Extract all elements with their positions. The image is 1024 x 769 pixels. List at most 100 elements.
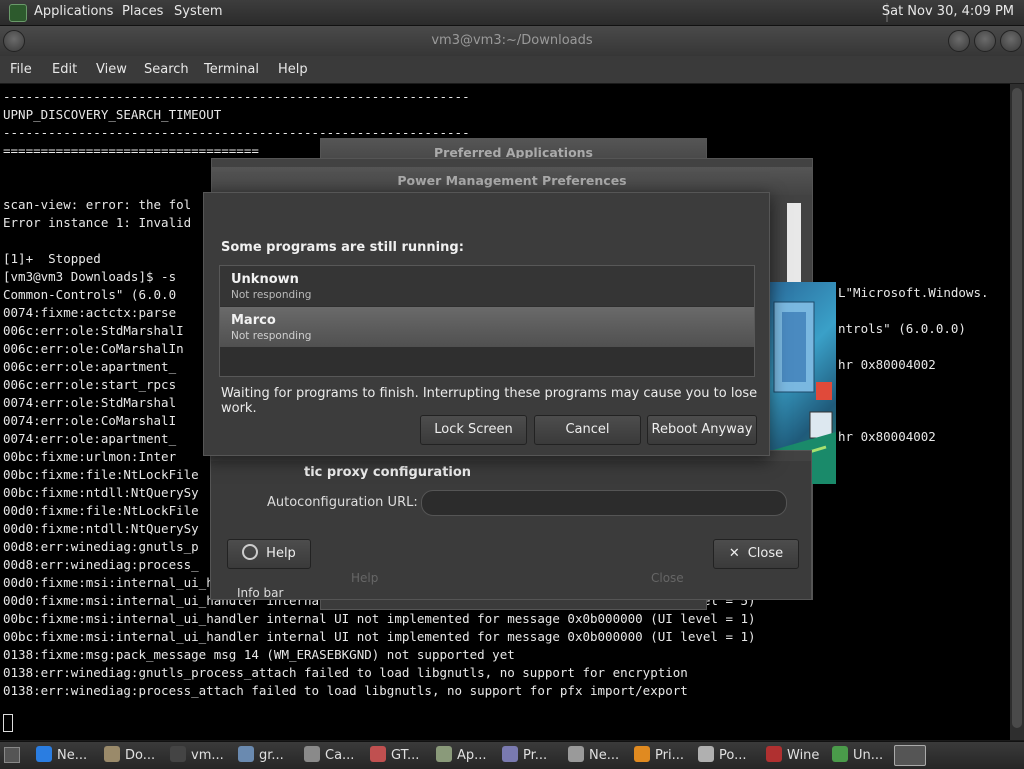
taskbar-item[interactable]: gr... xyxy=(238,745,284,766)
terminal-line: 0138:fixme:msg:pack_message msg 14 (WM_E… xyxy=(3,647,515,662)
help-button[interactable]: Help xyxy=(227,539,311,569)
program-list[interactable]: Unknown Not responding Marco Not respond… xyxy=(219,265,755,377)
program-status: Not responding xyxy=(231,289,312,301)
places-menu[interactable]: Places xyxy=(122,4,163,19)
terminal-line: 00d8:err:winediag:process_ xyxy=(3,557,199,572)
reboot-anyway-button[interactable]: Reboot Anyway xyxy=(647,415,757,445)
program-name: Marco xyxy=(231,313,276,328)
terminal-fragment: hr 0x80004002 xyxy=(838,357,936,372)
applications-menu[interactable]: Applications xyxy=(34,4,113,19)
terminal-line: 00d0:fixme:ntdll:NtQuerySy xyxy=(3,521,199,536)
terminal-line: 00d8:err:winediag:gnutls_p xyxy=(3,539,199,554)
terminal-fragment: hr 0x80004002 xyxy=(838,429,936,444)
system-menu[interactable]: System xyxy=(174,4,222,19)
list-item[interactable]: Unknown Not responding xyxy=(220,266,754,306)
terminal-line: 0074:err:ole:apartment_ xyxy=(3,431,177,446)
menu-view[interactable]: View xyxy=(96,62,127,77)
taskbar-label: Ca... xyxy=(325,748,355,763)
close-button[interactable]: ✕ Close xyxy=(713,539,799,569)
menu-edit[interactable]: Edit xyxy=(52,62,77,77)
maximize-icon[interactable] xyxy=(974,30,996,52)
show-desktop-icon[interactable] xyxy=(4,747,20,763)
bottom-taskbar: Ne... Do... vm... gr... Ca... GT... Ap... Pr...… xyxy=(0,741,1024,769)
taskbar-label: vm... xyxy=(191,748,224,763)
taskbar-item[interactable]: Ne... xyxy=(568,745,619,766)
app-icon xyxy=(370,746,386,762)
taskbar-item[interactable]: Pri... xyxy=(634,745,684,766)
proxy-section-title: tic proxy configuration xyxy=(304,465,472,480)
cancel-button[interactable]: Cancel xyxy=(534,415,641,445)
app-icon xyxy=(36,746,52,762)
terminal-line: 0138:err:winediag:gnutls_process_attach … xyxy=(3,665,688,680)
dialog-title: Power Management Preferences xyxy=(212,167,812,195)
app-icon xyxy=(436,746,452,762)
taskbar-label: Ap... xyxy=(457,748,487,763)
terminal-line: [vm3@vm3 Downloads]$ -s xyxy=(3,269,177,284)
terminal-line: [1]+ Stopped xyxy=(3,251,101,266)
taskbar-item[interactable]: Un... xyxy=(832,745,883,766)
app-icon xyxy=(304,746,320,762)
app-icon xyxy=(170,746,186,762)
gnome-foot-icon[interactable] xyxy=(9,4,27,22)
window-title: vm3@vm3:~/Downloads xyxy=(431,33,593,48)
program-name: Unknown xyxy=(231,272,299,287)
taskbar-label: Pr... xyxy=(523,748,548,763)
terminal-line: 0074:err:ole:StdMarshal xyxy=(3,395,177,410)
taskbar-label: GT... xyxy=(391,748,420,763)
help-icon xyxy=(242,544,259,560)
menu-search[interactable]: Search xyxy=(144,62,189,77)
taskbar-label: Wine xyxy=(787,748,820,763)
taskbar-label: Ne... xyxy=(589,748,620,763)
taskbar-label: Po... xyxy=(719,748,747,763)
taskbar-label: Do... xyxy=(125,748,156,763)
menu-terminal[interactable]: Terminal xyxy=(204,62,259,77)
taskbar-item[interactable]: Pr... xyxy=(502,745,547,766)
autoconfig-url-field[interactable] xyxy=(421,490,787,516)
taskbar-item[interactable]: GT... xyxy=(370,745,419,766)
terminal-fragment: L"Microsoft.Windows. xyxy=(838,285,989,300)
app-icon xyxy=(502,746,518,762)
list-item[interactable]: Marco Not responding xyxy=(220,307,754,347)
taskbar-item[interactable]: Do... xyxy=(104,745,155,766)
terminal-line: 006c:err:ole:apartment_ xyxy=(3,359,177,374)
ghost-help: Help xyxy=(351,571,379,585)
taskbar-item[interactable]: vm... xyxy=(170,745,224,766)
taskbar-item[interactable]: Wine xyxy=(766,745,819,766)
taskbar-item[interactable]: Ne... xyxy=(36,745,87,766)
menu-help[interactable]: Help xyxy=(278,62,308,77)
terminal-line: Common-Controls" (6.0.0 xyxy=(3,287,177,302)
close-icon[interactable] xyxy=(1000,30,1022,52)
terminal-scrollbar[interactable] xyxy=(1010,84,1024,740)
terminal-line: 0074:err:ole:CoMarshalI xyxy=(3,413,177,428)
terminal-line: 006c:err:ole:start_rpcs xyxy=(3,377,177,392)
app-icon xyxy=(238,746,254,762)
terminal-line: 00d0:fixme:file:NtLockFile xyxy=(3,503,199,518)
top-panel: Applications Places System Sat Nov 30, 4… xyxy=(0,0,1024,26)
app-icon xyxy=(634,746,650,762)
terminal-line: 006c:err:ole:StdMarshalI xyxy=(3,323,184,338)
app-icon xyxy=(568,746,584,762)
minimize-icon[interactable] xyxy=(948,30,970,52)
program-status: Not responding xyxy=(231,330,312,342)
waiting-message: Waiting for programs to finish. Interrup… xyxy=(221,386,758,416)
taskbar-item[interactable]: Ap... xyxy=(436,745,487,766)
menu-file[interactable]: File xyxy=(10,62,32,77)
dialog-heading: Some programs are still running: xyxy=(221,240,464,255)
ghost-close: Close xyxy=(651,571,684,585)
terminal-line: Error instance 1: Invalid xyxy=(3,215,192,230)
autoconfig-label: Autoconfiguration URL: xyxy=(267,495,418,510)
terminal-menubar: File Edit View Search Terminal Help xyxy=(0,56,1024,83)
terminal-cursor xyxy=(3,714,13,732)
infobar-label: Info bar xyxy=(237,586,284,600)
network-proxy-dialog: tic proxy configuration Autoconfiguratio… xyxy=(210,450,812,600)
clock[interactable]: Sat Nov 30, 4:09 PM xyxy=(882,4,1014,19)
taskbar-label: Un... xyxy=(853,748,884,763)
taskbar-item[interactable]: Ca... xyxy=(304,745,354,766)
workspace-switcher-icon[interactable] xyxy=(894,745,926,766)
terminal-line: 00bc:fixme:ntdll:NtQuerySy xyxy=(3,485,199,500)
lock-screen-button[interactable]: Lock Screen xyxy=(420,415,527,445)
taskbar-item[interactable]: Po... xyxy=(698,745,747,766)
terminal-titlebar[interactable]: vm3@vm3:~/Downloads xyxy=(0,26,1024,56)
scrollbar-thumb[interactable] xyxy=(1012,88,1022,728)
terminal-line: 0074:fixme:actctx:parse xyxy=(3,305,177,320)
